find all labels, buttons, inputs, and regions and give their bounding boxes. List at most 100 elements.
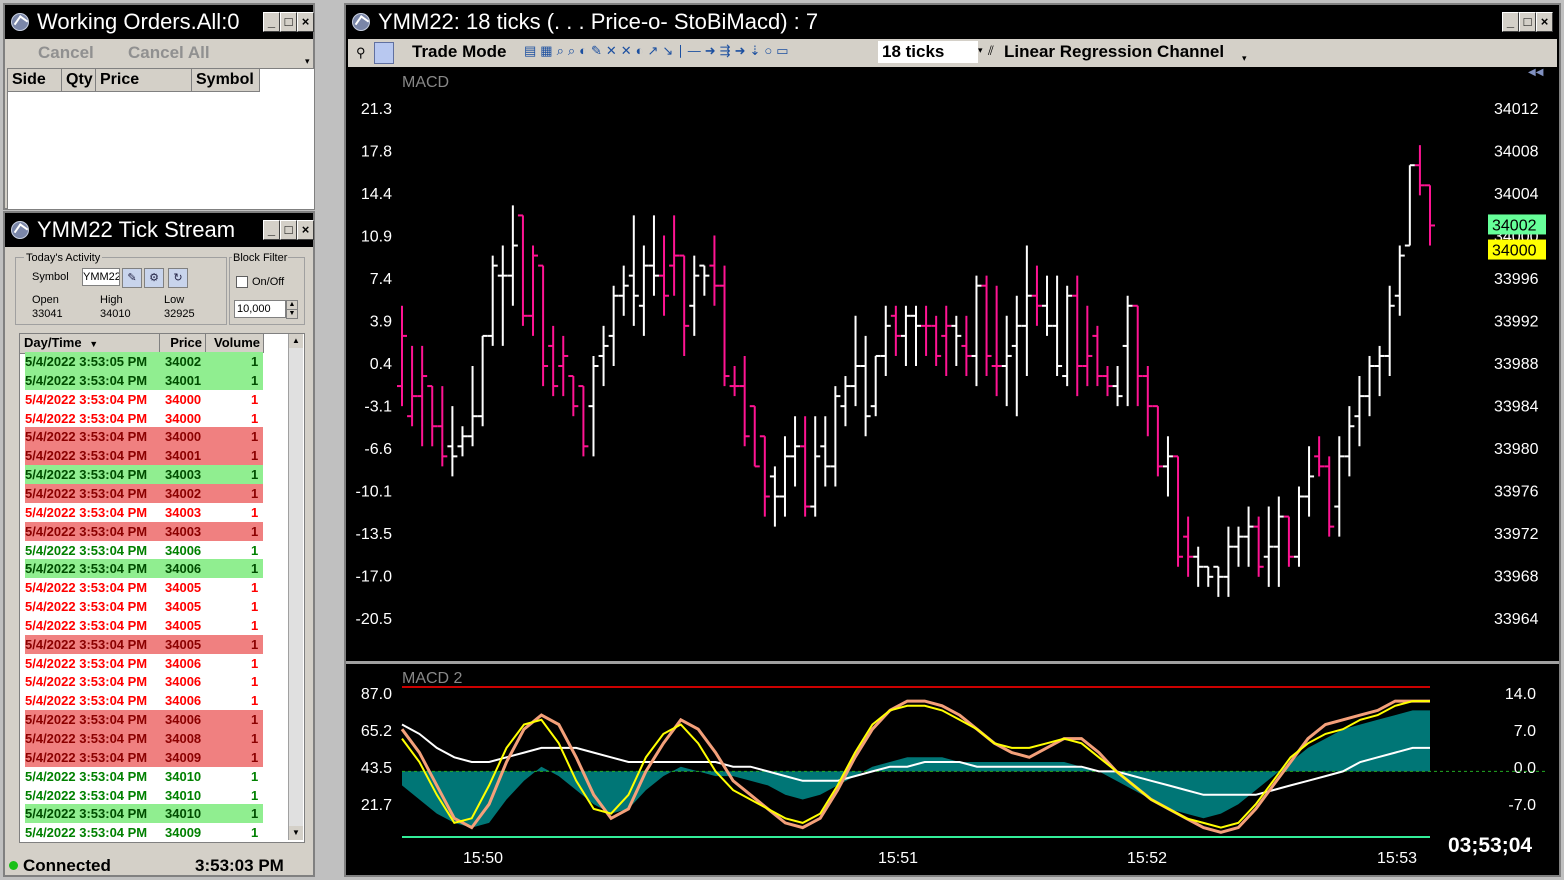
tick-row[interactable]: 5/4/2022 3:53:04 PM 34010 1 xyxy=(25,767,263,786)
tick-volume: 1 xyxy=(251,391,259,407)
column-header-qty[interactable]: Qty xyxy=(62,69,96,92)
left-axis-tick: -6.6 xyxy=(364,441,392,458)
tick-price: 34002 xyxy=(165,485,202,501)
maximize-button[interactable]: □ xyxy=(280,12,297,32)
tick-row[interactable]: 5/4/2022 3:53:04 PM 34000 1 xyxy=(25,409,263,428)
working-orders-titlebar[interactable]: Working Orders.All:0 _ □ × xyxy=(5,5,314,39)
tick-row[interactable]: 5/4/2022 3:53:04 PM 34006 1 xyxy=(25,541,263,560)
open-value: 33041 xyxy=(32,308,63,320)
cancel-button[interactable]: Cancel xyxy=(38,43,94,63)
minimize-button[interactable]: _ xyxy=(263,12,280,32)
column-header-volume[interactable]: Volume xyxy=(206,334,264,353)
trade-mode-button[interactable]: Trade Mode xyxy=(412,42,506,62)
tick-row[interactable]: 5/4/2022 3:53:04 PM 34006 1 xyxy=(25,710,263,730)
right-axis-tick: 33984 xyxy=(1494,399,1539,416)
left-axis-tick: -17.0 xyxy=(356,569,393,586)
onoff-checkbox[interactable] xyxy=(236,276,248,288)
symbol-settings-icon[interactable]: ⚙ xyxy=(144,268,164,288)
maximize-button[interactable]: □ xyxy=(1519,12,1536,32)
tick-row[interactable]: 5/4/2022 3:53:04 PM 34002 1 xyxy=(25,483,263,503)
tick-stream-window: YMM22 Tick Stream _ □ × Today's Activity… xyxy=(3,211,315,877)
pointer-tool-icon[interactable]: ⚲ xyxy=(356,45,366,61)
tick-time: 5/4/2022 3:53:04 PM xyxy=(25,617,148,633)
close-button[interactable]: × xyxy=(297,12,314,32)
tick-time: 5/4/2022 3:53:04 PM xyxy=(25,580,148,596)
price-panel-title: MACD xyxy=(402,74,449,91)
tick-time: 5/4/2022 3:53:04 PM xyxy=(25,787,148,803)
tick-row[interactable]: 5/4/2022 3:53:04 PM 34009 1 xyxy=(25,823,263,842)
tick-price: 34000 xyxy=(165,410,202,426)
spin-down-icon[interactable]: ▼ xyxy=(286,309,298,319)
connection-status: Connected xyxy=(23,856,111,875)
left-axis-tick: -13.5 xyxy=(356,526,393,543)
tick-row[interactable]: 5/4/2022 3:53:04 PM 34005 1 xyxy=(25,616,263,635)
drawing-tools-icons[interactable]: ▤▦⌕⌕◐✎✕✕◐↗↘∣—➜⇶➜⇣○▭ xyxy=(524,43,793,59)
left-axis-tick: 10.9 xyxy=(361,229,392,246)
tick-row[interactable]: 5/4/2022 3:53:04 PM 34006 1 xyxy=(25,559,263,579)
scroll-down-icon[interactable]: ▼ xyxy=(289,826,303,840)
column-header-symbol[interactable]: Symbol xyxy=(192,69,260,92)
tick-row[interactable]: 5/4/2022 3:53:04 PM 34008 1 xyxy=(25,729,263,748)
tick-row[interactable]: 5/4/2022 3:53:04 PM 34010 1 xyxy=(25,804,263,824)
column-header-price[interactable]: Price xyxy=(96,69,192,92)
toolbar-dropdown-icon[interactable]: ▾ xyxy=(305,56,310,67)
maximize-button[interactable]: □ xyxy=(280,220,297,240)
tick-row[interactable]: 5/4/2022 3:53:04 PM 34005 1 xyxy=(25,597,263,616)
symbol-lookup-icon[interactable]: ✎ xyxy=(122,268,142,288)
tick-row[interactable]: 5/4/2022 3:53:04 PM 34010 1 xyxy=(25,786,263,805)
tick-row[interactable]: 5/4/2022 3:53:04 PM 34006 1 xyxy=(25,691,263,710)
chart-area[interactable]: MACD 21.3 17.8 14.4 10.9 7.4 3.9 0.4 -3.1 -6.6 -10… xyxy=(346,67,1559,875)
tick-row[interactable]: 5/4/2022 3:53:05 PM 34002 1 xyxy=(25,352,263,371)
minimize-button[interactable]: _ xyxy=(263,220,280,240)
tick-time: 5/4/2022 3:53:04 PM xyxy=(25,806,148,822)
tick-price: 34002 xyxy=(165,354,202,369)
tick-grid-scrollbar[interactable]: ▲ ▼ xyxy=(288,334,303,840)
trade-mode-icon[interactable] xyxy=(374,42,394,64)
tick-row[interactable]: 5/4/2022 3:53:04 PM 34001 1 xyxy=(25,370,263,390)
column-header-side[interactable]: Side xyxy=(8,69,62,92)
toolbar-dropdown-icon[interactable]: ▾ xyxy=(1242,53,1247,64)
tick-time: 5/4/2022 3:53:04 PM xyxy=(25,693,148,709)
price-marker-label: 34000 xyxy=(1492,243,1537,260)
tick-row[interactable]: 5/4/2022 3:53:04 PM 34000 1 xyxy=(25,390,263,409)
tick-time: 5/4/2022 3:53:04 PM xyxy=(25,655,148,671)
left-axis-tick: -3.1 xyxy=(364,399,392,416)
minimize-button[interactable]: _ xyxy=(1502,12,1519,32)
tick-time: 5/4/2022 3:53:04 PM xyxy=(25,749,148,765)
symbol-label: Symbol xyxy=(32,271,69,283)
tick-volume: 1 xyxy=(251,485,259,501)
tick-row[interactable]: 5/4/2022 3:53:04 PM 34005 1 xyxy=(25,578,263,597)
block-filter-input[interactable]: 10,000 xyxy=(234,300,286,318)
column-header-price[interactable]: Price xyxy=(160,334,206,353)
status-time: 3:53:03 PM xyxy=(195,856,284,875)
cancel-all-button[interactable]: Cancel All xyxy=(128,43,210,63)
tick-volume: 1 xyxy=(251,504,259,520)
tick-row[interactable]: 5/4/2022 3:53:04 PM 34003 1 xyxy=(25,465,263,485)
column-header-daytime[interactable]: Day/Time ▼ xyxy=(20,334,160,354)
symbol-input[interactable]: YMM22 xyxy=(82,268,120,286)
symbol-link-icon[interactable]: ↻ xyxy=(168,268,188,288)
tick-row[interactable]: 5/4/2022 3:53:04 PM 34005 1 xyxy=(25,634,263,654)
tick-row[interactable]: 5/4/2022 3:53:04 PM 34001 1 xyxy=(25,446,263,466)
tick-row[interactable]: 5/4/2022 3:53:04 PM 34000 1 xyxy=(25,427,263,447)
interval-dropdown-icon[interactable]: ▾ xyxy=(978,45,983,56)
tick-time: 5/4/2022 3:53:04 PM xyxy=(25,467,148,483)
osc-right-axis-tick: 7.0 xyxy=(1514,723,1536,740)
study-tool-icon[interactable]: ⫽ xyxy=(988,43,994,59)
study-label[interactable]: Linear Regression Channel xyxy=(1004,42,1224,62)
close-button[interactable]: × xyxy=(297,220,314,240)
tick-row[interactable]: 5/4/2022 3:53:04 PM 34003 1 xyxy=(25,503,263,522)
tick-row[interactable]: 5/4/2022 3:53:04 PM 34009 1 xyxy=(25,747,263,767)
close-button[interactable]: × xyxy=(1536,12,1553,32)
scroll-up-icon[interactable]: ▲ xyxy=(289,334,303,348)
tick-stream-titlebar[interactable]: YMM22 Tick Stream _ □ × xyxy=(5,213,314,247)
interval-selector[interactable]: 18 ticks xyxy=(878,41,978,63)
left-axis-tick: 0.4 xyxy=(370,356,392,373)
tick-row[interactable]: 5/4/2022 3:53:04 PM 34006 1 xyxy=(25,672,263,691)
right-axis-tick: 34008 xyxy=(1494,144,1539,161)
right-axis-tick: 33996 xyxy=(1494,271,1539,288)
tick-row[interactable]: 5/4/2022 3:53:04 PM 34006 1 xyxy=(25,654,263,673)
tick-time: 5/4/2022 3:53:04 PM xyxy=(25,674,148,690)
chart-titlebar[interactable]: YMM22: 18 ticks (. . . Price-o- StoBiMac… xyxy=(346,5,1559,39)
tick-row[interactable]: 5/4/2022 3:53:04 PM 34003 1 xyxy=(25,521,263,541)
